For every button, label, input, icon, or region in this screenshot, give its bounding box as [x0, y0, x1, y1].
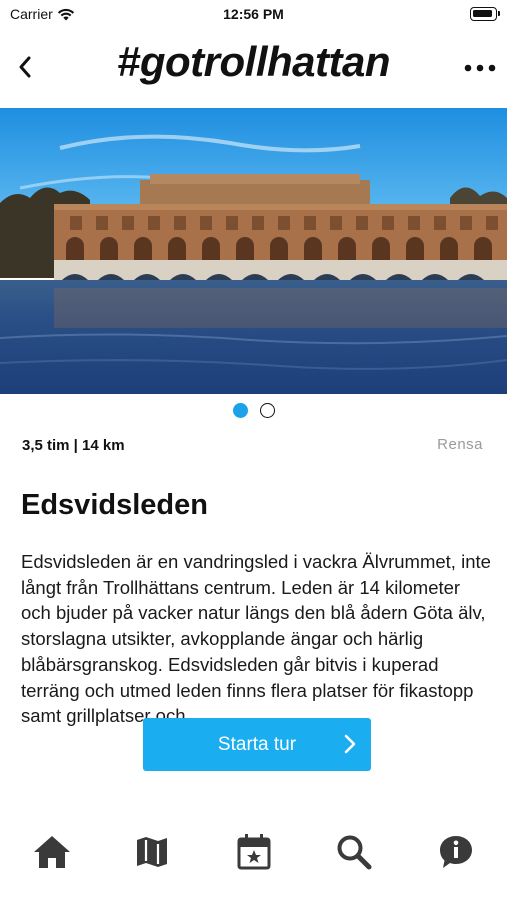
more-dots-icon — [464, 64, 496, 72]
more-options-button[interactable] — [463, 54, 497, 82]
river-power-station-photo — [0, 108, 507, 394]
navigation-bar: #gotrollhattan — [0, 28, 507, 108]
bottom-tab-bar — [0, 822, 507, 882]
info-icon — [440, 836, 472, 868]
hero-image-carousel[interactable] — [0, 108, 507, 394]
app-title: #gotrollhattan — [117, 38, 391, 85]
page-dot[interactable] — [259, 403, 275, 418]
chevron-right-icon — [344, 734, 356, 754]
tab-map[interactable] — [130, 830, 174, 874]
start-tour-label: Starta tur — [217, 733, 297, 755]
status-time: 12:56 PM — [223, 6, 284, 22]
map-icon — [137, 837, 167, 867]
trail-description: Edsvidsleden är en vandringsled i vackra… — [21, 551, 491, 727]
clear-button[interactable]: Rensa — [437, 436, 483, 453]
trail-title: Edsvidsleden — [21, 489, 208, 521]
tab-info[interactable] — [434, 830, 478, 874]
status-bar: Carrier 12:56 PM — [0, 0, 507, 28]
home-icon — [34, 836, 70, 868]
start-tour-button[interactable]: Starta tur — [143, 718, 371, 771]
trail-duration-distance: 3,5 tim | 14 km — [22, 437, 125, 454]
carousel-page-indicator[interactable] — [0, 403, 507, 418]
calendar-star-icon — [237, 834, 271, 870]
search-icon — [337, 835, 372, 870]
battery-icon — [470, 7, 500, 21]
page-dot-active[interactable] — [232, 403, 248, 418]
tab-home[interactable] — [30, 830, 74, 874]
tab-events[interactable] — [232, 830, 276, 874]
tab-search[interactable] — [332, 830, 376, 874]
